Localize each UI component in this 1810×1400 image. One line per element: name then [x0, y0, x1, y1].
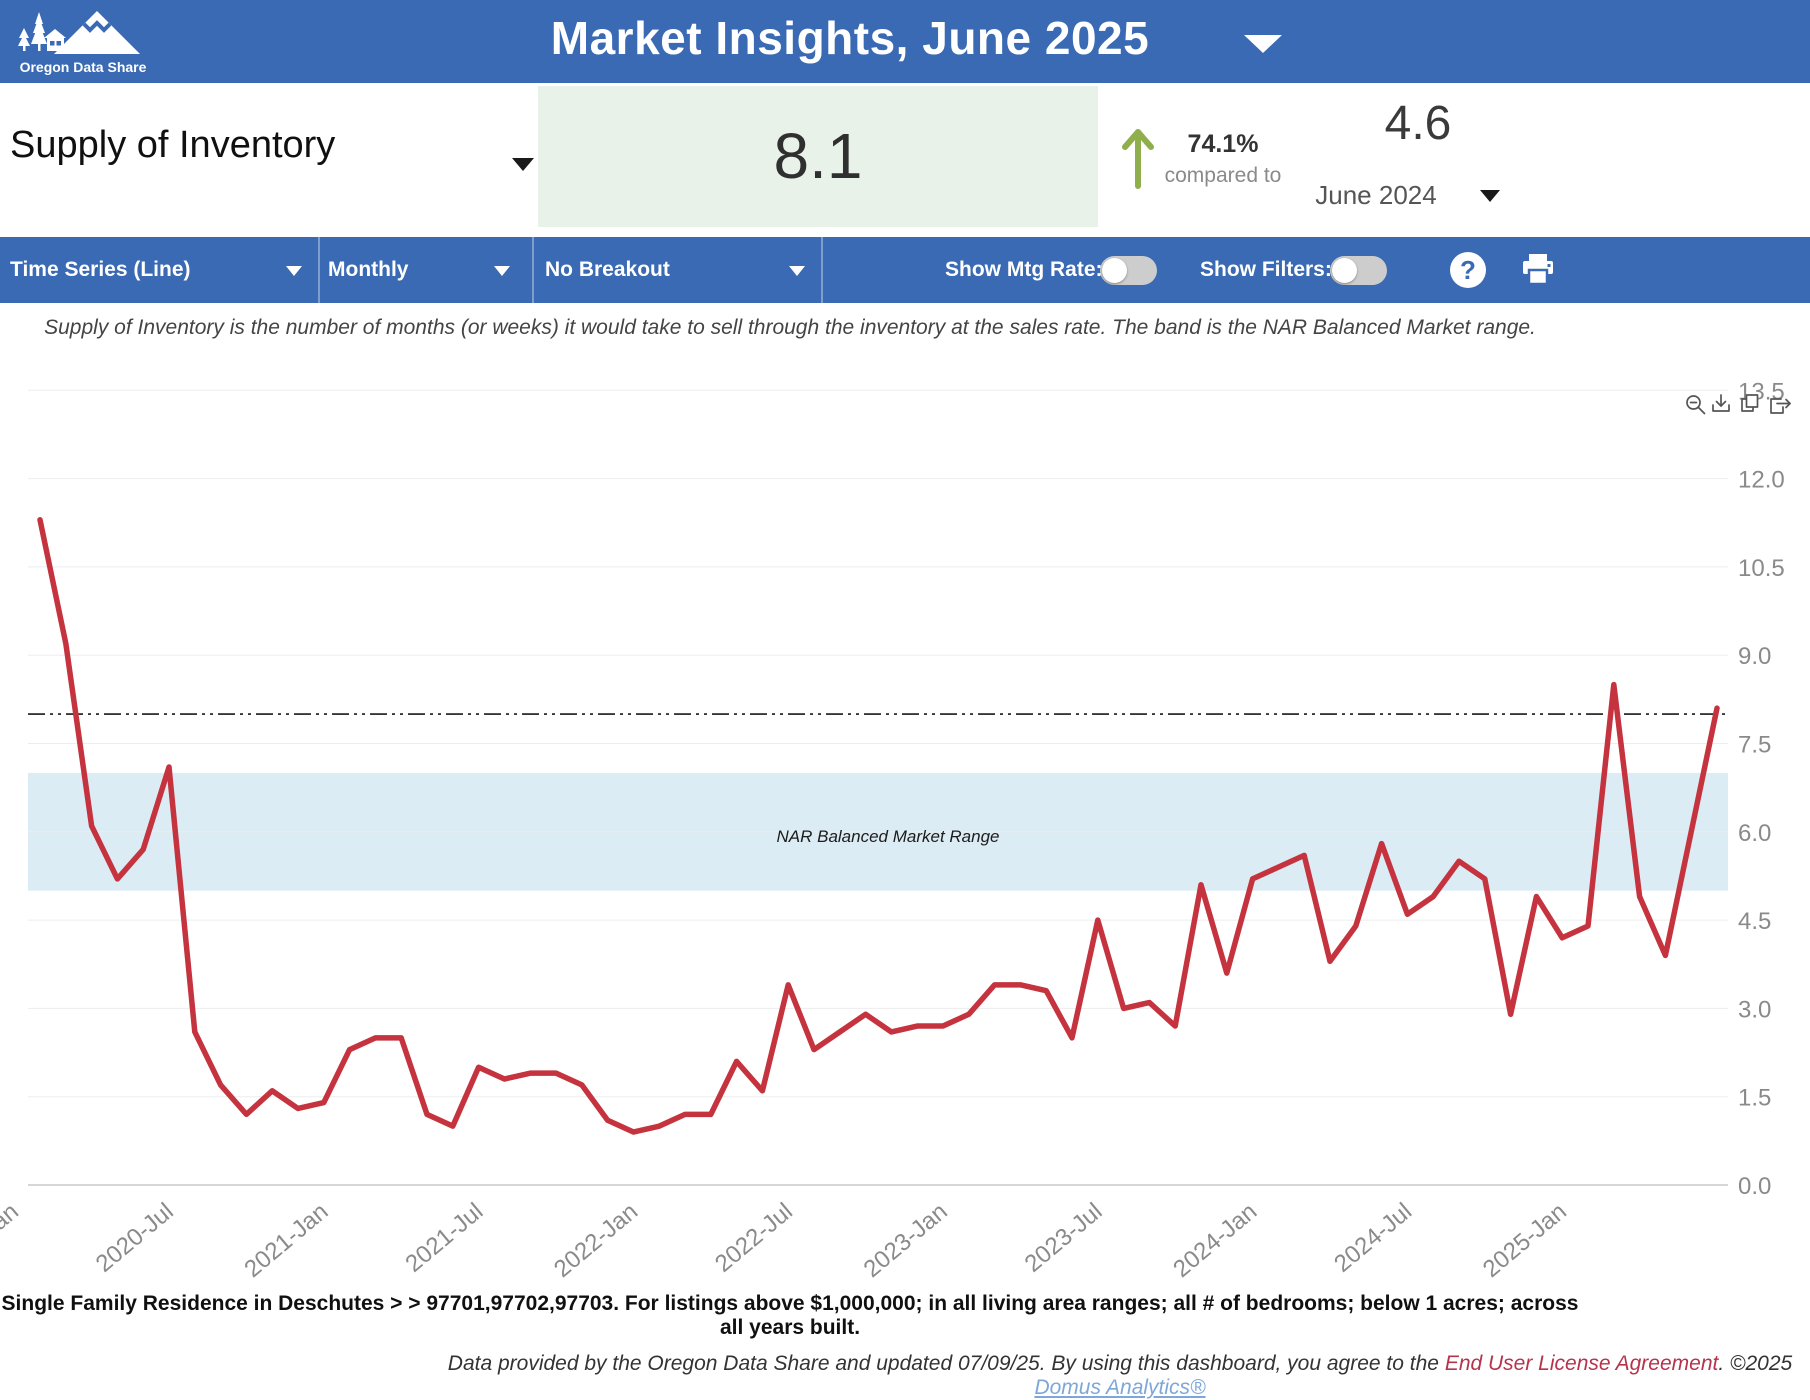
svg-text:3.0: 3.0: [1738, 996, 1771, 1023]
svg-text:6.0: 6.0: [1738, 820, 1771, 847]
frequency-caret-icon[interactable]: [494, 266, 510, 276]
show-filters-label: Show Filters:: [1200, 237, 1332, 303]
metric-dropdown-caret-icon[interactable]: [512, 158, 534, 171]
toolbar-separator: [821, 237, 823, 303]
svg-text:NAR Balanced Market Range: NAR Balanced Market Range: [776, 827, 999, 846]
chart-plot-area: 0.01.53.04.56.07.59.010.512.013.5NAR Bal…: [0, 378, 1785, 1283]
show-filters-toggle[interactable]: [1330, 256, 1387, 285]
svg-text:2022-Jan: 2022-Jan: [549, 1198, 643, 1283]
eula-link[interactable]: End User License Agreement: [1445, 1352, 1719, 1375]
frequency-dropdown[interactable]: Monthly: [328, 237, 408, 303]
filter-summary: Single Family Residence in Deschutes > >…: [0, 1292, 1580, 1340]
compare-value: 4.6: [1330, 96, 1506, 151]
credit-text: Data provided by the Oregon Data Share a…: [448, 1352, 1445, 1375]
toolbar-separator: [532, 237, 534, 303]
page-title: Market Insights, June 2025: [0, 11, 1700, 65]
credit-text-mid: . ©2025: [1718, 1352, 1792, 1375]
svg-text:0.0: 0.0: [1738, 1173, 1771, 1200]
chart-type-caret-icon[interactable]: [286, 266, 302, 276]
breakout-caret-icon[interactable]: [789, 266, 805, 276]
help-button[interactable]: ?: [1450, 252, 1486, 288]
current-value: 8.1: [538, 86, 1098, 227]
change-percent: 74.1%: [1148, 130, 1298, 159]
chart-description: Supply of Inventory is the number of mon…: [0, 316, 1580, 340]
current-value-panel: 8.1: [538, 86, 1098, 227]
change-caption: compared to: [1148, 164, 1298, 188]
print-icon[interactable]: [1520, 253, 1556, 287]
svg-text:4.5: 4.5: [1738, 908, 1771, 935]
svg-text:2021-Jul: 2021-Jul: [400, 1198, 488, 1278]
compare-period-caret-icon[interactable]: [1480, 190, 1500, 202]
metric-dropdown-label[interactable]: Supply of Inventory: [10, 124, 335, 167]
compare-period-dropdown[interactable]: June 2024: [1288, 180, 1464, 211]
svg-text:9.0: 9.0: [1738, 643, 1771, 670]
toolbar-separator: [318, 237, 320, 303]
svg-text:2024-Jan: 2024-Jan: [1168, 1198, 1262, 1283]
report-dropdown-caret-icon[interactable]: [1244, 35, 1282, 53]
show-mtg-rate-label: Show Mtg Rate:: [945, 237, 1103, 303]
svg-text:2025-Jan: 2025-Jan: [1478, 1198, 1572, 1283]
svg-text:2020-Jul: 2020-Jul: [91, 1198, 179, 1278]
svg-text:2023-Jul: 2023-Jul: [1020, 1198, 1108, 1278]
svg-text:7.5: 7.5: [1738, 731, 1771, 758]
download-icon[interactable]: [1713, 395, 1729, 411]
svg-text:12.0: 12.0: [1738, 467, 1785, 494]
chart-toolbar: Time Series (Line) Monthly No Breakout S…: [0, 237, 1810, 303]
credit-line: Data provided by the Oregon Data Share a…: [430, 1352, 1810, 1400]
svg-text:2022-Jul: 2022-Jul: [710, 1198, 798, 1278]
svg-text:10.5: 10.5: [1738, 555, 1785, 582]
svg-text:2020-Jan: 2020-Jan: [0, 1198, 24, 1283]
svg-text:2023-Jan: 2023-Jan: [859, 1198, 953, 1283]
svg-text:2021-Jan: 2021-Jan: [239, 1198, 333, 1283]
header-bar: Oregon Data Share Market Insights, June …: [0, 0, 1810, 83]
chart-type-dropdown[interactable]: Time Series (Line): [10, 237, 191, 303]
svg-text:1.5: 1.5: [1738, 1085, 1771, 1112]
breakout-dropdown[interactable]: No Breakout: [545, 237, 670, 303]
svg-text:2024-Jul: 2024-Jul: [1329, 1198, 1417, 1278]
show-mtg-rate-toggle[interactable]: [1100, 256, 1157, 285]
supply-of-inventory-chart: 0.01.53.04.56.07.59.010.512.013.5NAR Bal…: [0, 360, 1810, 1285]
domus-analytics-link[interactable]: Domus Analytics®: [1034, 1376, 1205, 1399]
zoom-out-icon[interactable]: [1687, 396, 1705, 414]
